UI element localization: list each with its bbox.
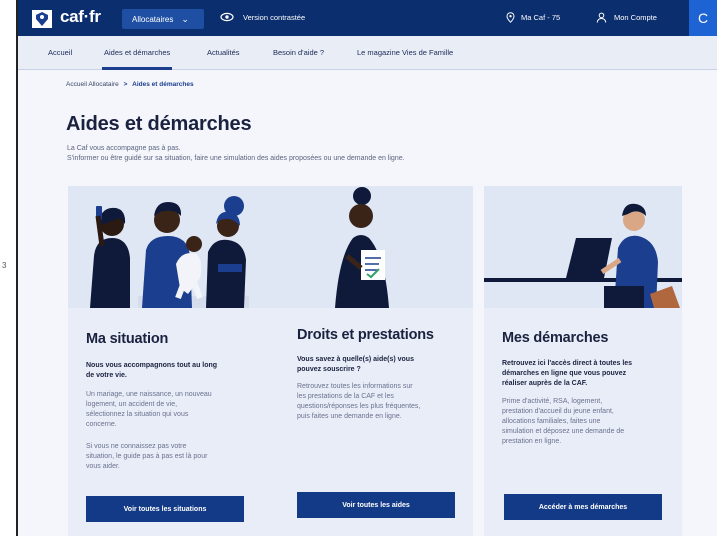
account-label: Mon Compte [614, 13, 657, 22]
card-body-line: Un mariage, une naissance, un nouveau [86, 391, 212, 398]
man-laptop-illustration [484, 186, 682, 308]
card-ma-situation: Ma situation Nous vous accompagnons tout… [68, 186, 266, 536]
top-bar: caf·fr Allocataires ⌄ Version contrastée… [18, 0, 717, 36]
eye-icon [220, 12, 234, 22]
card-lead-line: Vous savez à quelle(s) aide(s) vous [297, 356, 414, 363]
allocataires-dropdown[interactable]: Allocataires ⌄ [122, 9, 204, 29]
caf-logo-icon[interactable] [32, 10, 52, 28]
browser-viewport: caf·fr Allocataires ⌄ Version contrastée… [18, 0, 717, 536]
card-title: Droits et prestations [297, 327, 434, 343]
voir-aides-button[interactable]: Voir toutes les aides [297, 492, 455, 518]
card-body-line: allocations familiales, faites une [502, 418, 601, 425]
card-title: Ma situation [86, 331, 169, 347]
card-lead-line: Retrouvez ici l'accès direct à toutes le… [502, 360, 633, 367]
card-body-line: situation, le guide pas à pas est là pou… [86, 453, 208, 460]
logo-text[interactable]: caf·fr [60, 7, 101, 27]
subnav-item-magazine[interactable]: Le magazine Vies de Famille [357, 48, 453, 57]
card-body-line: sélectionnez la situation qui vous [86, 411, 189, 418]
card-lead-line: Nous vous accompagnons tout au long [86, 362, 218, 369]
subnav-item-accueil[interactable]: Accueil [48, 48, 72, 57]
breadcrumb: Accueil Allocataire > Aides et démarches [66, 81, 194, 88]
allocataires-label: Allocataires [132, 14, 174, 24]
page-title: Aides et démarches [66, 113, 252, 135]
search-icon: C [697, 10, 709, 26]
card-body-line: puis faites une demande en ligne. [297, 413, 402, 420]
card-body-line: logement, un accident de vie, [86, 401, 178, 408]
card-body-line: Prime d'activité, RSA, logement, [502, 398, 603, 405]
user-icon [596, 12, 607, 23]
mon-compte-link[interactable]: Mon Compte [596, 12, 657, 23]
voir-situations-button[interactable]: Voir toutes les situations [86, 496, 244, 522]
contrast-label: Version contrastée [243, 12, 306, 22]
card-body-line: Si vous ne connaissez pas votre [86, 443, 187, 450]
sub-navigation: Accueil Aides et démarches Actualités Be… [18, 36, 717, 70]
card-mes-demarches: Mes démarches Retrouvez ici l'accès dire… [484, 186, 682, 536]
breadcrumb-separator: > [123, 81, 128, 88]
acceder-demarches-button[interactable]: Accéder à mes démarches [504, 494, 662, 520]
card-body-line: questions/réponses les plus fréquentes, [297, 403, 421, 410]
contrast-toggle[interactable]: Version contrastée [220, 12, 305, 22]
card-body-line: Retrouvez toutes les informations sur [297, 383, 413, 390]
subnav-item-aides-demarches[interactable]: Aides et démarches [101, 48, 173, 70]
chevron-down-icon: ⌄ [181, 13, 189, 24]
ma-caf-label: Ma Caf - 75 [521, 13, 561, 22]
breadcrumb-current: Aides et démarches [132, 81, 194, 88]
card-droits-prestations: Droits et prestations Vous savez à quell… [249, 186, 473, 536]
card-lead-line: de votre vie. [86, 372, 127, 379]
card-body-line: les prestations de la CAF et les [297, 393, 394, 400]
location-pin-icon [506, 12, 515, 23]
card-lead-line: pouvez souscrire ? [297, 366, 361, 373]
woman-document-illustration [249, 186, 473, 308]
card-lead-line: réaliser auprès de la CAF. [502, 380, 588, 387]
ma-caf-link[interactable]: Ma Caf - 75 [506, 12, 560, 23]
search-button[interactable]: C [689, 0, 717, 36]
card-title: Mes démarches [502, 330, 609, 346]
card-lead-line: démarches en ligne que vous pouvez [502, 370, 627, 377]
family-illustration [68, 186, 266, 308]
intro-line-1: La Caf vous accompagne pas à pas. [67, 145, 181, 152]
card-body-line: concerne. [86, 421, 117, 428]
breadcrumb-root[interactable]: Accueil Allocataire [66, 81, 119, 88]
card-body-line: simulation et déposez une demande de [502, 428, 625, 435]
subnav-item-actualites[interactable]: Actualités [207, 48, 240, 57]
gutter-mark: 3 [2, 261, 7, 270]
intro-line-2: S'informer ou être guidé sur sa situatio… [67, 155, 405, 162]
subnav-item-besoin-aide[interactable]: Besoin d'aide ? [273, 48, 324, 57]
card-body-line: prestation d'accueil du jeune enfant, [502, 408, 614, 415]
card-body-line: vous aider. [86, 463, 120, 470]
card-body-line: prestation en ligne. [502, 438, 562, 445]
